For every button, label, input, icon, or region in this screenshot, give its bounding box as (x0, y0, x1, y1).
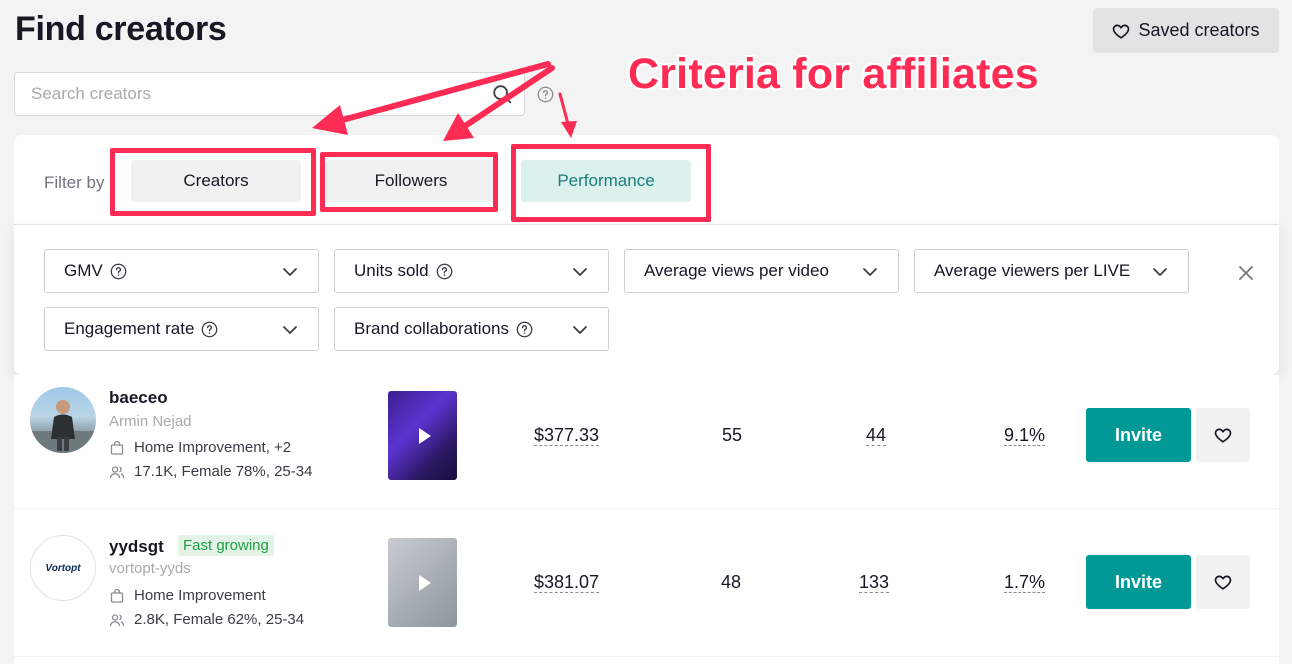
people-icon (109, 613, 125, 626)
audience-info: 2.8K, Female 62%, 25-34 (109, 611, 304, 628)
creator-row[interactable]: Vortopt yydsgt Fast growing vortopt-yyds… (14, 509, 1279, 656)
units-sold-value: 55 (722, 425, 743, 445)
help-icon[interactable] (537, 86, 554, 103)
person-photo (30, 400, 96, 453)
chevron-down-icon (573, 326, 587, 334)
annotation-box-performance (511, 144, 711, 222)
filter-by-label: Filter by (44, 173, 105, 192)
help-icon[interactable] (201, 321, 218, 338)
annotation-text: Criteria for affiliates (628, 50, 1039, 98)
saved-creators-label: Saved creators (1138, 20, 1260, 40)
avatar[interactable] (30, 387, 96, 453)
annotation-box-creators (110, 148, 316, 216)
help-icon[interactable] (436, 263, 453, 280)
gmv-dropdown[interactable]: GMV (44, 249, 319, 293)
category-text: Home Improvement (134, 587, 266, 604)
video-thumbnail[interactable] (388, 538, 457, 627)
dropdown-label: Brand collaborations (354, 319, 509, 338)
avg-views-dropdown[interactable]: Average views per video (624, 249, 899, 293)
dropdown-label: Units sold (354, 261, 429, 280)
chevron-down-icon (1153, 268, 1167, 276)
play-icon (418, 574, 431, 591)
chevron-down-icon (863, 268, 877, 276)
arrow-to-performance (558, 92, 570, 126)
gmv-value: $381.07 (534, 572, 600, 593)
save-creator-button[interactable] (1196, 408, 1250, 462)
dropdown-label: Average views per video (644, 261, 829, 280)
help-icon[interactable] (516, 321, 533, 338)
shopping-bag-icon (110, 440, 124, 455)
gmv-value: $377.33 (534, 425, 600, 446)
creator-row[interactable]: baeceo Armin Nejad Home Improvement, +2 … (14, 375, 1279, 508)
play-icon (418, 427, 431, 444)
creator-handle[interactable]: yydsgt (109, 537, 164, 557)
audience-text: 17.1K, Female 78%, 25-34 (134, 463, 313, 480)
audience-info: 17.1K, Female 78%, 25-34 (109, 463, 312, 480)
video-thumbnail[interactable] (388, 391, 457, 480)
brand-logo: Vortopt (45, 562, 81, 574)
people-icon (109, 465, 125, 478)
performance-filter-panel: GMV Units sold Average views per video A… (14, 224, 1279, 375)
close-icon[interactable] (1239, 266, 1253, 280)
brand-collaborations-dropdown[interactable]: Brand collaborations (334, 307, 609, 351)
creator-name: Armin Nejad (109, 413, 192, 430)
audience-text: 2.8K, Female 62%, 25-34 (134, 611, 305, 628)
engagement-rate-dropdown[interactable]: Engagement rate (44, 307, 319, 351)
dropdown-label: Average viewers per LIVE (934, 261, 1131, 280)
invite-button[interactable]: Invite (1086, 555, 1191, 609)
help-icon[interactable] (110, 263, 127, 280)
engagement-value: 1.7% (1004, 572, 1046, 593)
search-input[interactable] (16, 74, 476, 114)
heart-icon (1214, 575, 1232, 590)
status-badge: Fast growing (178, 535, 274, 556)
creator-row-partial (14, 657, 1279, 664)
heart-icon (1214, 428, 1232, 443)
dropdown-label: Engagement rate (64, 319, 195, 338)
units-sold-dropdown[interactable]: Units sold (334, 249, 609, 293)
avg-viewers-live-dropdown[interactable]: Average viewers per LIVE (914, 249, 1189, 293)
shopping-bag-icon (110, 588, 124, 603)
category-text: Home Improvement, +2 (134, 439, 292, 456)
creator-name: vortopt-yyds (109, 560, 191, 577)
units-sold-value: 48 (721, 572, 742, 592)
avg-views-value: 133 (859, 572, 890, 593)
save-creator-button[interactable] (1196, 555, 1250, 609)
annotation-box-followers (320, 152, 498, 212)
heart-icon (1113, 24, 1130, 39)
creator-handle[interactable]: baeceo (109, 388, 168, 408)
search-icon[interactable] (491, 83, 513, 105)
invite-button[interactable]: Invite (1086, 408, 1191, 462)
saved-creators-button[interactable]: Saved creators (1093, 8, 1279, 53)
avg-views-value: 44 (866, 425, 887, 446)
chevron-down-icon (283, 326, 297, 334)
chevron-down-icon (283, 268, 297, 276)
engagement-value: 9.1% (1004, 425, 1046, 446)
search-box (14, 72, 525, 116)
page-title: Find creators (15, 10, 227, 48)
chevron-down-icon (573, 268, 587, 276)
category-info: Home Improvement, +2 (109, 439, 291, 456)
avatar[interactable]: Vortopt (30, 535, 96, 601)
category-info: Home Improvement (109, 587, 266, 604)
dropdown-label: GMV (64, 261, 103, 280)
